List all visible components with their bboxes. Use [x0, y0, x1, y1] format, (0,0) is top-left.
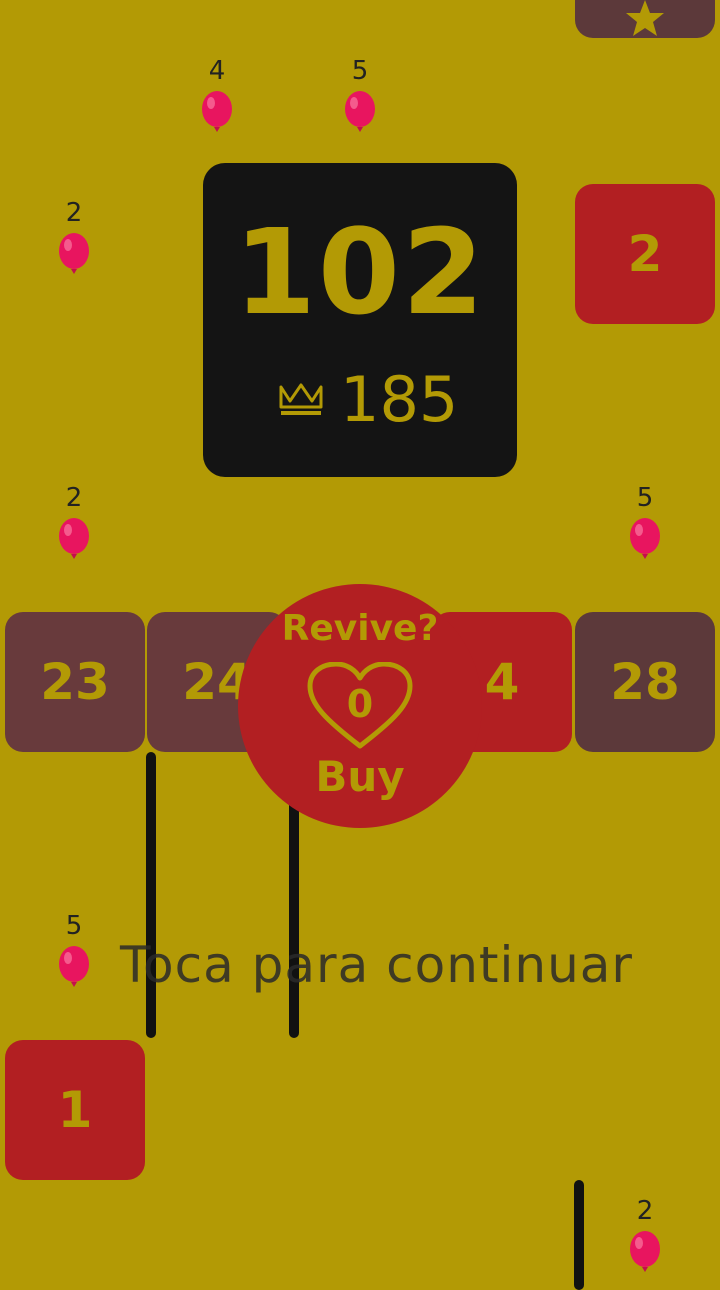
revive-count: 0 — [346, 682, 374, 726]
best-score-value: 185 — [340, 363, 459, 436]
block-value: 4 — [484, 653, 520, 711]
block-tile: 1 — [5, 1040, 145, 1180]
balloon-value: 5 — [636, 483, 654, 513]
block-tile: 2 — [575, 184, 715, 324]
top-star-tab[interactable] — [575, 0, 715, 38]
revive-button[interactable]: Revive? 0 Buy — [238, 584, 482, 828]
balloon: 2 — [54, 483, 94, 561]
tap-to-continue[interactable]: Toca para continuar — [120, 936, 633, 994]
block-tile: 28 — [575, 612, 715, 752]
block-value: 28 — [610, 653, 680, 711]
block-value: 23 — [40, 653, 110, 711]
balloon: 4 — [197, 56, 237, 134]
star-icon — [626, 0, 664, 36]
scoreboard: 102 185 — [203, 163, 517, 477]
best-score: 185 — [278, 363, 458, 436]
balloon: 5 — [54, 911, 94, 989]
balloon-icon — [630, 518, 660, 559]
buy-button[interactable]: Buy — [238, 752, 482, 801]
wall-bar — [146, 752, 156, 1038]
block-value: 2 — [627, 225, 663, 283]
block-value: 1 — [57, 1081, 93, 1139]
wall-bar — [574, 1180, 584, 1290]
balloon-icon — [59, 518, 89, 559]
wall-bar — [289, 800, 299, 1038]
balloon-icon — [630, 1231, 660, 1272]
crown-icon — [279, 383, 323, 415]
balloon-value: 2 — [636, 1196, 654, 1226]
balloon: 5 — [340, 56, 380, 134]
balloon: 2 — [625, 1196, 665, 1274]
balloon-icon — [59, 946, 89, 987]
block-tile: 23 — [5, 612, 145, 752]
balloon-value: 4 — [208, 56, 226, 86]
revive-title: Revive? — [281, 608, 439, 649]
balloon-icon — [345, 91, 375, 132]
current-score: 102 — [233, 203, 487, 341]
balloon-value: 5 — [65, 911, 83, 941]
balloon: 5 — [625, 483, 665, 561]
balloon-icon — [59, 233, 89, 274]
balloon-icon — [202, 91, 232, 132]
balloon-value: 2 — [65, 483, 83, 513]
balloon: 2 — [54, 198, 94, 276]
balloon-value: 5 — [351, 56, 369, 86]
balloon-value: 2 — [65, 198, 83, 228]
